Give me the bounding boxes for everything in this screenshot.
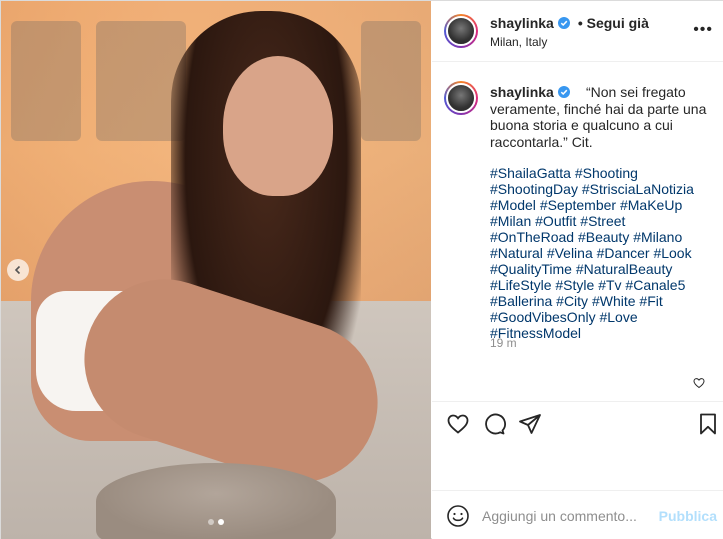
hashtag-link[interactable]: #QualityTime <box>490 261 572 277</box>
hashtag-link[interactable]: #MaKeUp <box>620 197 682 213</box>
ellipsis-icon[interactable]: ••• <box>693 21 713 39</box>
hashtag-link[interactable]: #Love <box>599 309 637 325</box>
stone-bollard <box>96 463 336 539</box>
carousel-dot <box>208 519 214 525</box>
post-sidebar: shaylinka • Segui già Milan, Italy ••• “… <box>432 1 723 539</box>
comments-section: “Non sei fregato veramente, finché hai d… <box>432 63 723 401</box>
instagram-post: shaylinka • Segui già Milan, Italy ••• “… <box>0 0 723 539</box>
like-comment-heart-icon[interactable] <box>693 377 705 389</box>
verified-badge-icon <box>557 17 570 29</box>
hashtag-link[interactable]: #ShootingDay <box>490 181 578 197</box>
location-link[interactable]: Milan, Italy <box>490 35 547 49</box>
hashtag-link[interactable]: #OnTheRoad <box>490 229 574 245</box>
publish-button[interactable]: Pubblica <box>659 508 717 524</box>
hashtag-link[interactable]: #Look <box>653 245 691 261</box>
following-status[interactable]: • Segui già <box>578 15 649 31</box>
bookmark-icon[interactable] <box>696 412 720 436</box>
comment-input[interactable] <box>482 504 662 528</box>
hashtag-link[interactable]: #Beauty <box>578 229 629 245</box>
hashtag-link[interactable]: #GoodVibesOnly <box>490 309 596 325</box>
hashtag-link[interactable]: #Fit <box>639 293 662 309</box>
verified-badge-icon <box>557 86 570 98</box>
hashtag-link[interactable]: #Model <box>490 197 536 213</box>
post-actions-bar <box>432 401 723 447</box>
hashtag-link[interactable]: #Milano <box>633 229 682 245</box>
post-header: shaylinka • Segui già Milan, Italy ••• <box>432 1 723 62</box>
hashtag-link[interactable]: #White <box>592 293 636 309</box>
hashtag-link[interactable]: #Style <box>555 277 594 293</box>
hashtag-link[interactable]: #Shooting <box>575 165 638 181</box>
hashtag-link[interactable]: #Dancer <box>597 245 650 261</box>
hashtag-link[interactable]: #StrisciaLaNotizia <box>582 181 694 197</box>
caption-avatar[interactable] <box>444 81 478 115</box>
hashtag-link[interactable]: #NaturalBeauty <box>576 261 673 277</box>
hashtag-link[interactable]: #Ballerina <box>490 293 552 309</box>
hashtag-link[interactable]: #Outfit <box>535 213 576 229</box>
caption-username[interactable]: shaylinka <box>490 84 554 100</box>
add-comment-bar: Pubblica <box>432 490 723 539</box>
hashtag-link[interactable]: #Velina <box>547 245 593 261</box>
hashtag-link[interactable]: #Milan <box>490 213 531 229</box>
carousel-prev-button[interactable] <box>7 259 29 281</box>
hashtag-link[interactable]: #Street <box>580 213 625 229</box>
hashtag-link[interactable]: #Canale5 <box>625 277 685 293</box>
hashtag-link[interactable]: #Tv <box>598 277 621 293</box>
comment-bubble-icon[interactable] <box>482 412 506 436</box>
emoji-smiley-icon[interactable] <box>446 504 470 528</box>
post-timestamp[interactable]: 19 m <box>490 336 517 350</box>
hashtag-link[interactable]: #Natural <box>490 245 543 261</box>
chevron-left-icon <box>14 265 21 275</box>
carousel-dots <box>1 519 431 525</box>
hashtag-link[interactable]: #September <box>540 197 616 213</box>
avatar[interactable] <box>444 14 478 48</box>
header-username[interactable]: shaylinka <box>490 15 554 31</box>
hashtag-list: #ShailaGatta #Shooting #ShootingDay #Str… <box>490 165 712 341</box>
post-photo[interactable] <box>1 1 431 539</box>
share-send-icon[interactable] <box>518 412 542 436</box>
hashtag-link[interactable]: #ShailaGatta <box>490 165 571 181</box>
hashtag-link[interactable]: #LifeStyle <box>490 277 551 293</box>
like-heart-icon[interactable] <box>446 412 470 436</box>
hashtag-link[interactable]: #City <box>556 293 588 309</box>
carousel-dot-active <box>218 519 224 525</box>
model-face <box>223 56 333 196</box>
